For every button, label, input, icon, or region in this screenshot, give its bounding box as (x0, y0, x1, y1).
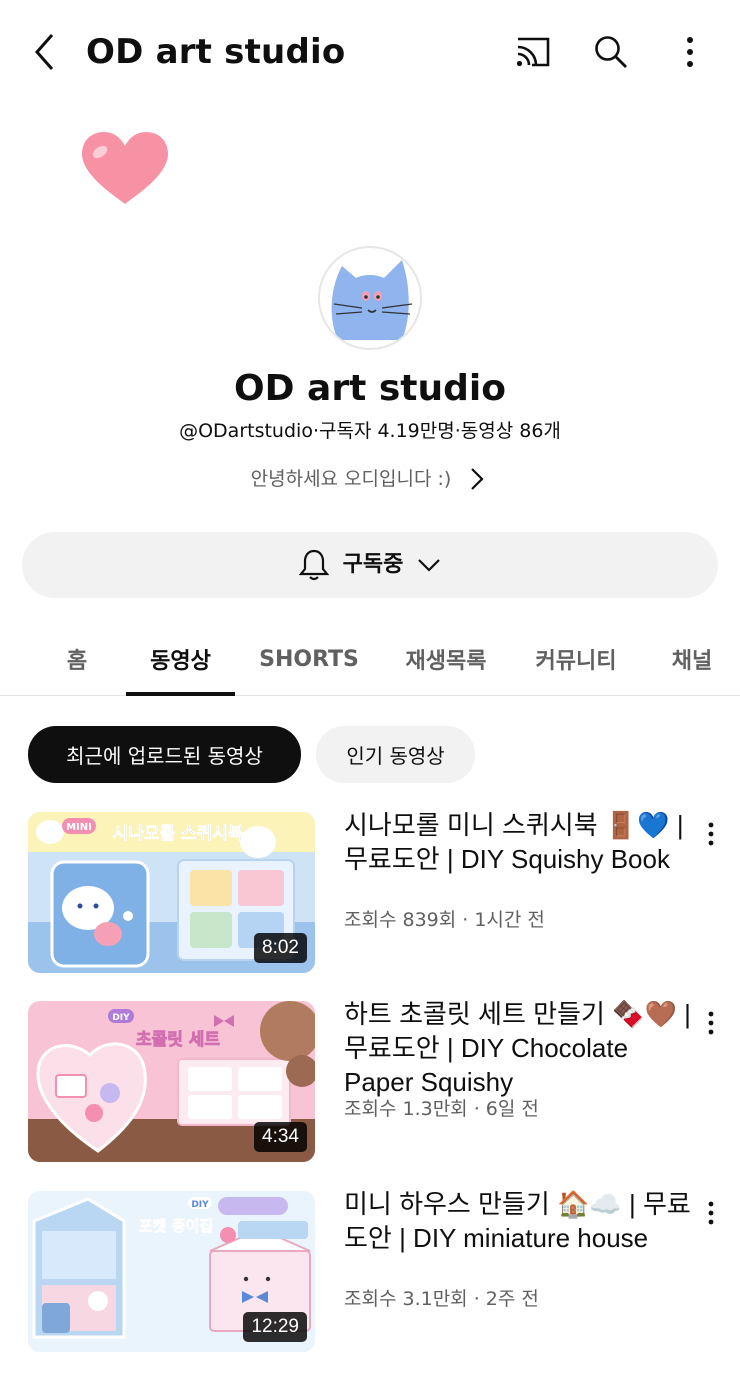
more-vertical-icon (708, 1201, 714, 1225)
cat-face-icon (331, 260, 413, 340)
video-duration: 12:29 (243, 1312, 307, 1342)
video-title[interactable]: 시나모롤 미니 스퀴시북 🚪💙 | 무료도안 | DIY Squishy Boo… (344, 808, 692, 876)
page-title: OD art studio (86, 32, 346, 72)
channel-avatar[interactable] (318, 246, 422, 350)
channel-meta: @ODartstudio·구독자 4.19만명·동영상 86개 (179, 420, 561, 442)
channel-name: OD art studio (234, 368, 506, 409)
active-tab-indicator (126, 692, 235, 696)
video-more-button[interactable] (696, 1193, 726, 1233)
video-meta: 조회수 1.3만회 · 6일 전 (344, 1098, 539, 1120)
video-title[interactable]: 하트 초콜릿 세트 만들기 🍫🤎 | 무료도안 | DIY Chocolate … (344, 997, 692, 1099)
chevron-right-icon (469, 464, 489, 494)
video-title[interactable]: 미니 하우스 만들기 🏠☁️ | 무료도안 | DIY miniature ho… (344, 1187, 692, 1255)
video-item[interactable]: DIY 초콜릿 세트 4:34 하트 초콜릿 세트 만들기 🍫🤎 | 무료도안 … (0, 999, 740, 1163)
tab-channels[interactable]: 채널 (660, 622, 724, 696)
heart-banner-icon (82, 132, 168, 204)
cast-icon (516, 37, 550, 67)
subscribed-label: 구독중 (342, 552, 404, 577)
thumb-badge: DIY (191, 1200, 209, 1210)
video-more-button[interactable] (696, 814, 726, 854)
video-thumbnail[interactable]: DIY 포켓 종이집 12:29 (28, 1191, 315, 1352)
video-item[interactable]: MINI 시나모롤 스퀴시북 8:02 시나모롤 미니 스퀴시북 🚪💙 | 무료… (0, 810, 740, 974)
cast-button[interactable] (508, 28, 556, 76)
video-duration: 4:34 (254, 1122, 307, 1152)
channel-description-text: 안녕하세요 오디입니다 :) (250, 468, 452, 490)
more-vertical-icon (708, 822, 714, 846)
video-thumbnail[interactable]: DIY 초콜릿 세트 4:34 (28, 1001, 315, 1162)
thumb-badge: DIY (112, 1013, 130, 1023)
thumb-badge: MINI (66, 822, 92, 833)
video-more-button[interactable] (696, 1003, 726, 1043)
thumb-title: 포켓 종이집 (139, 1217, 213, 1235)
back-icon (34, 34, 54, 70)
video-duration: 8:02 (254, 933, 307, 963)
tab-home[interactable]: 홈 (48, 622, 106, 696)
video-meta: 조회수 839회 · 1시간 전 (344, 909, 545, 931)
chip-popular-videos[interactable]: 인기 동영상 (316, 726, 475, 783)
tab-playlists[interactable]: 재생목록 (396, 622, 496, 696)
search-icon (595, 36, 627, 68)
bell-icon (298, 549, 329, 581)
search-button[interactable] (587, 28, 635, 76)
channel-description[interactable]: 안녕하세요 오디입니다 :) (0, 462, 740, 496)
thumb-title: 초콜릿 세트 (136, 1030, 220, 1050)
thumb-title: 시나모롤 스퀴시북 (112, 824, 243, 844)
more-vertical-icon (708, 1011, 714, 1035)
video-thumbnail[interactable]: MINI 시나모롤 스퀴시북 8:02 (28, 812, 315, 973)
video-item[interactable]: DIY 포켓 종이집 12:29 미니 하우스 만들기 🏠☁️ | 무료도안 |… (0, 1189, 740, 1353)
more-vertical-icon (687, 37, 693, 67)
video-meta: 조회수 3.1만회 · 2주 전 (344, 1288, 539, 1310)
top-app-bar: OD art studio (0, 0, 740, 104)
back-button[interactable] (22, 28, 66, 76)
subscribed-button[interactable]: 구독중 (22, 532, 718, 598)
tab-community[interactable]: 커뮤니티 (526, 622, 626, 696)
channel-tabs: 홈 동영상 SHORTS 재생목록 커뮤니티 채널 (0, 622, 740, 696)
tab-videos[interactable]: 동영상 (126, 622, 235, 696)
more-options-button[interactable] (666, 28, 714, 76)
tab-shorts[interactable]: SHORTS (250, 622, 368, 696)
chevron-down-icon (418, 559, 441, 572)
chip-recent-uploads[interactable]: 최근에 업로드된 동영상 (28, 726, 301, 783)
